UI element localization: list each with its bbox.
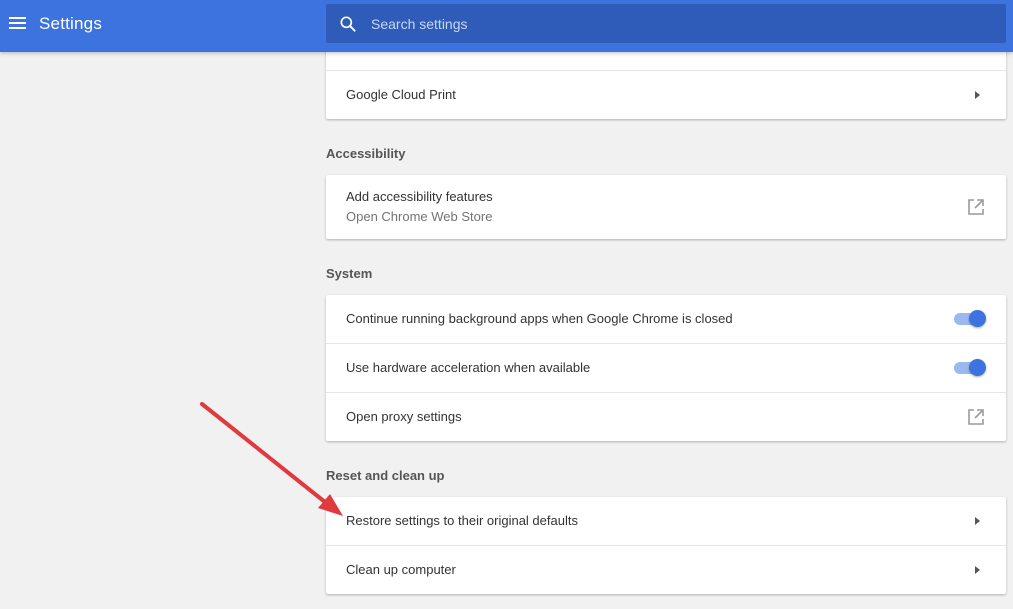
reset-card: Restore settings to their original defau… [326,497,1006,594]
search-box[interactable] [326,4,1006,43]
background-apps-row[interactable]: Continue running background apps when Go… [326,295,1006,343]
section-title-reset: Reset and clean up [326,468,445,483]
search-icon [340,16,356,32]
row-label: Continue running background apps when Go… [346,311,733,326]
hamburger-menu-icon[interactable] [6,12,30,36]
row-sublabel: Open Chrome Web Store [346,209,493,224]
restore-settings-row[interactable]: Restore settings to their original defau… [326,497,1006,545]
section-title-accessibility: Accessibility [326,146,406,161]
section-title-system: System [326,266,373,281]
row-label: Google Cloud Print [346,87,456,102]
open-in-new-icon [968,409,984,425]
system-card: Continue running background apps when Go… [326,295,1006,441]
row-label: Restore settings to their original defau… [346,513,578,528]
background-apps-toggle[interactable] [954,309,986,329]
google-cloud-print-row[interactable]: Google Cloud Print [326,70,1006,119]
chevron-right-icon [975,566,980,574]
row-label: Open proxy settings [346,409,462,424]
row-label: Clean up computer [346,562,456,577]
row-label: Use hardware acceleration when available [346,360,591,375]
add-accessibility-features-row[interactable]: Add accessibility features Open Chrome W… [326,175,1006,239]
clean-up-computer-row[interactable]: Clean up computer [326,545,1006,594]
open-in-new-icon [968,199,984,215]
search-input[interactable] [371,4,991,43]
hardware-acceleration-toggle[interactable] [954,358,986,378]
chevron-right-icon [975,91,980,99]
top-toolbar: Settings [0,0,1013,52]
accessibility-card: Add accessibility features Open Chrome W… [326,175,1006,239]
page-title: Settings [39,14,103,33]
open-proxy-settings-row[interactable]: Open proxy settings [326,392,1006,441]
row-label: Add accessibility features [346,189,493,204]
hardware-acceleration-row[interactable]: Use hardware acceleration when available [326,343,1006,392]
chevron-right-icon [975,517,980,525]
